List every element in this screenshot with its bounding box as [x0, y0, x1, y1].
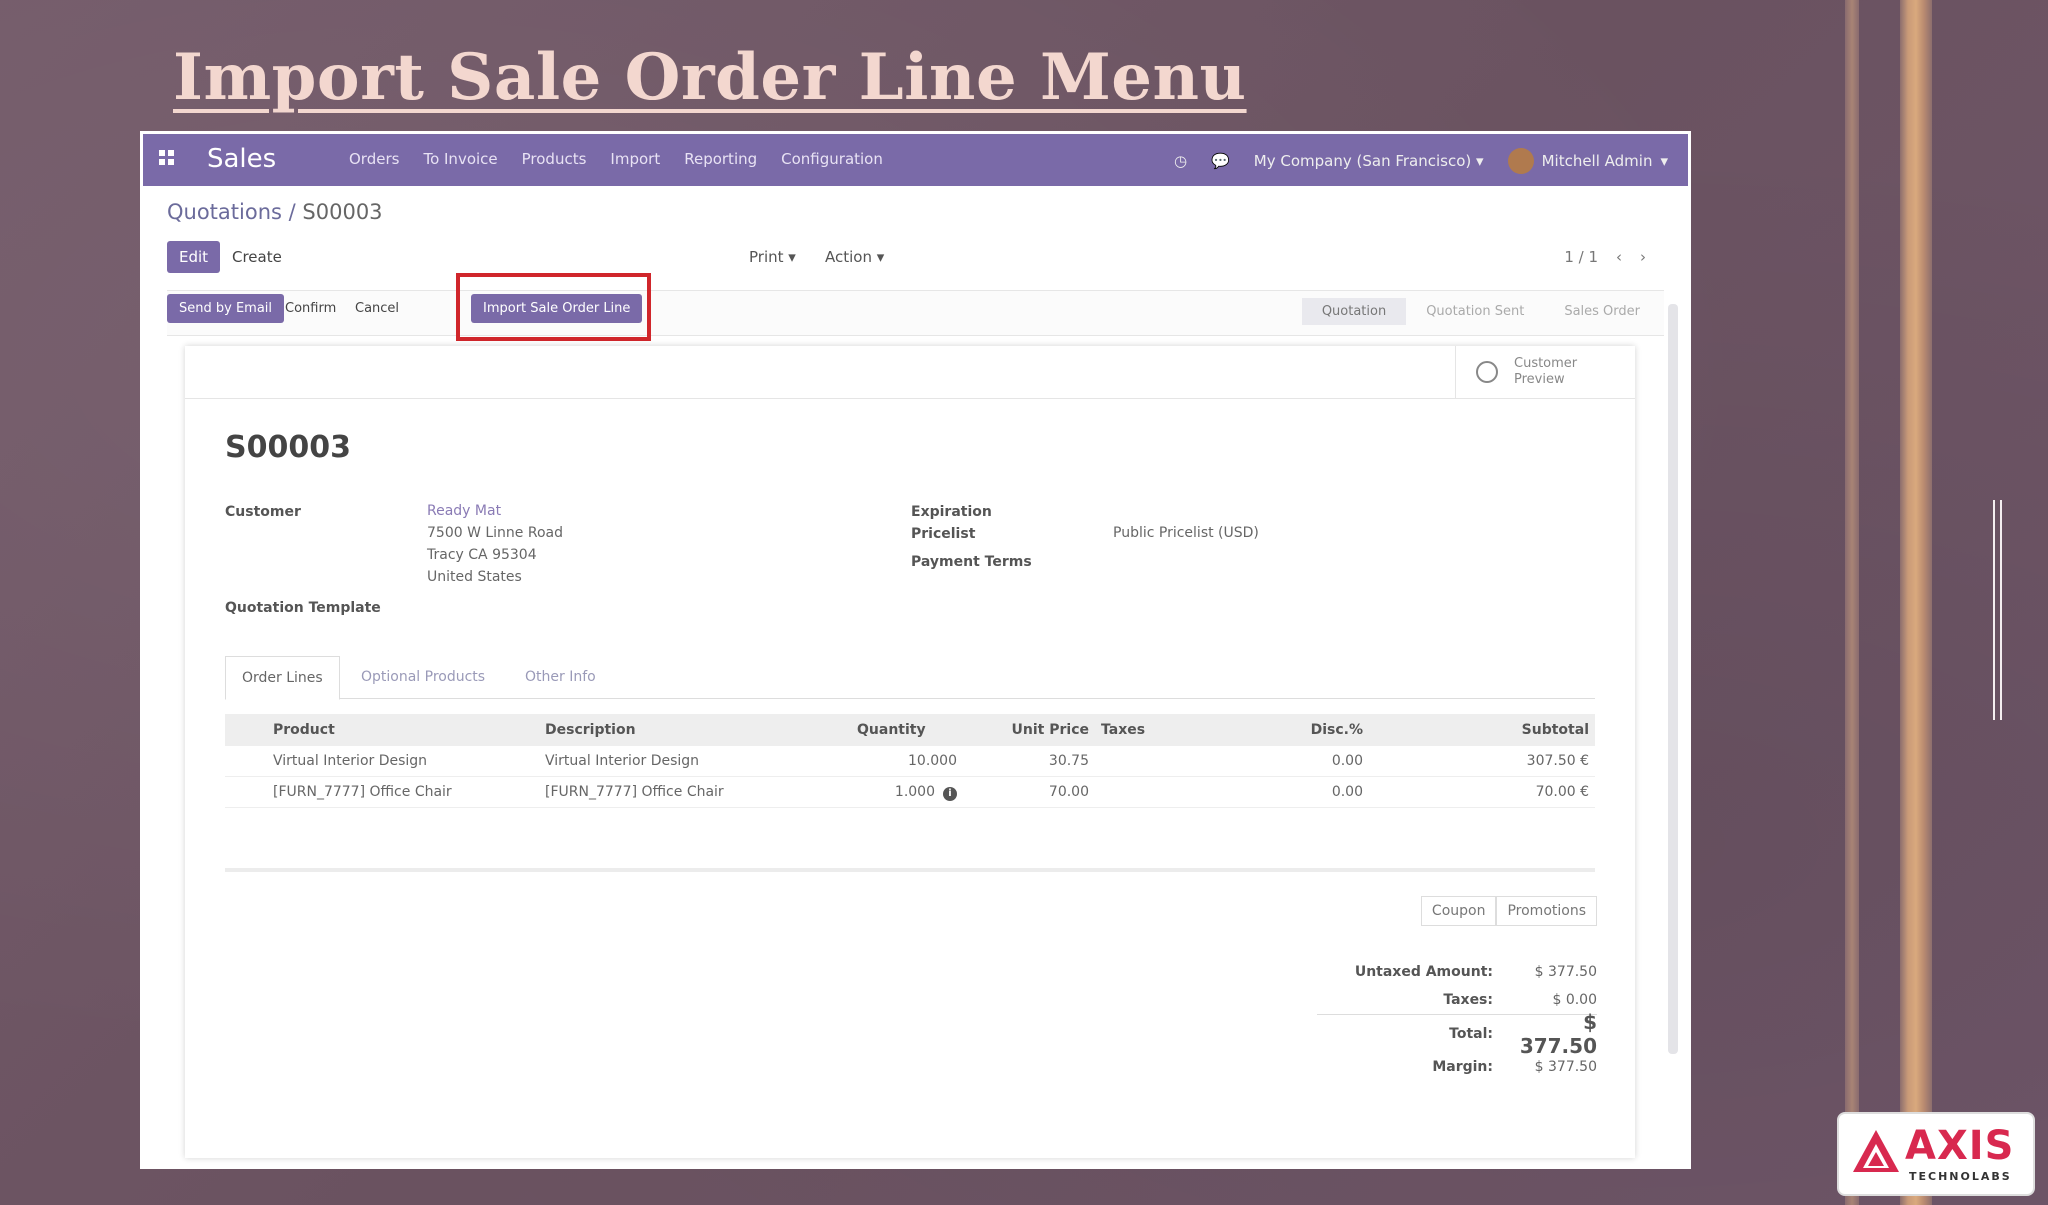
scrollbar[interactable]	[1668, 304, 1678, 1054]
customer-preview-button[interactable]: Customer Preview	[1455, 346, 1635, 398]
print-dropdown[interactable]: Print ▾	[737, 241, 808, 273]
table-row[interactable]: Virtual Interior Design Virtual Interior…	[225, 746, 1595, 777]
quotation-template-label: Quotation Template	[225, 600, 381, 616]
cell-quantity: 1.000 i	[851, 776, 963, 808]
table-header-row: Product Description Quantity Unit Price …	[225, 714, 1595, 746]
cell-taxes	[1095, 746, 1227, 777]
cell-product: [FURN_7777] Office Chair	[267, 776, 539, 808]
stage-sales-order[interactable]: Sales Order	[1544, 298, 1660, 325]
menu-to-invoice[interactable]: To Invoice	[423, 150, 497, 168]
globe-icon	[1476, 361, 1498, 383]
navbar-right: ◷ 💬 My Company (San Francisco) ▾ Mitchel…	[1174, 148, 1668, 174]
notebook-tabs: Order Lines Optional Products Other Info	[225, 656, 1595, 700]
brand-tagline: TECHNOLABS	[1909, 1170, 2012, 1183]
stage-quotation-sent[interactable]: Quotation Sent	[1406, 298, 1544, 325]
order-lines-table: Product Description Quantity Unit Price …	[225, 714, 1595, 808]
highlight-box	[456, 273, 651, 341]
promo-buttons: Coupon Promotions	[1420, 896, 1597, 926]
payment-terms-label: Payment Terms	[911, 554, 1032, 570]
cell-discount: 0.00	[1227, 776, 1369, 808]
menu-reporting[interactable]: Reporting	[684, 150, 757, 168]
app-name[interactable]: Sales	[207, 144, 276, 174]
pricelist-value[interactable]: Public Pricelist (USD)	[1113, 522, 1259, 544]
clock-icon[interactable]: ◷	[1174, 152, 1187, 170]
coupon-button[interactable]: Coupon	[1420, 896, 1497, 926]
promotions-button[interactable]: Promotions	[1496, 896, 1597, 926]
column-header[interactable]: Description	[539, 714, 851, 746]
cell-quantity: 10.000	[851, 746, 963, 777]
menu-configuration[interactable]: Configuration	[781, 150, 883, 168]
pager: 1 / 1 ‹ ›	[1564, 248, 1646, 266]
tab-optional-products[interactable]: Optional Products	[345, 656, 501, 698]
column-header[interactable]: Taxes	[1095, 714, 1227, 746]
form-sheet: Customer Preview S00003 Customer Ready M…	[185, 346, 1635, 1158]
stage-quotation[interactable]: Quotation	[1301, 298, 1407, 325]
column-header[interactable]: Unit Price	[963, 714, 1095, 746]
cell-subtotal: 307.50 €	[1369, 746, 1595, 777]
total-row: Total: $ 377.50	[1317, 1010, 1597, 1058]
main-menu: Orders To Invoice Products Import Report…	[349, 150, 883, 168]
send-by-email-button[interactable]: Send by Email	[167, 294, 285, 323]
company-switcher[interactable]: My Company (San Francisco) ▾	[1254, 152, 1484, 170]
create-button[interactable]: Create	[220, 241, 294, 273]
cell-discount: 0.00	[1227, 746, 1369, 777]
decorative-line	[2000, 500, 2002, 720]
edit-button[interactable]: Edit	[167, 241, 221, 273]
chat-icon[interactable]: 💬	[1211, 152, 1230, 170]
menu-products[interactable]: Products	[522, 150, 587, 168]
untaxed-row: Untaxed Amount: $ 377.50	[1354, 964, 1597, 980]
tab-order-lines[interactable]: Order Lines	[225, 656, 340, 700]
menu-import[interactable]: Import	[610, 150, 660, 168]
cell-taxes	[1095, 776, 1227, 808]
customer-address-line3: United States	[427, 569, 522, 585]
column-header[interactable]: Subtotal	[1369, 714, 1595, 746]
table-row[interactable]: [FURN_7777] Office Chair [FURN_7777] Off…	[225, 776, 1595, 808]
brand-logo: AXIS TECHNOLABS	[1837, 1112, 2035, 1196]
cell-subtotal: 70.00 €	[1369, 776, 1595, 808]
expiration-label: Expiration	[911, 504, 992, 520]
chevron-left-icon[interactable]: ‹	[1616, 248, 1622, 266]
tab-other-info[interactable]: Other Info	[509, 656, 612, 698]
pricelist-label: Pricelist	[911, 526, 976, 542]
divider	[225, 868, 1595, 872]
menu-orders[interactable]: Orders	[349, 150, 399, 168]
cell-product: Virtual Interior Design	[267, 746, 539, 777]
customer-address-line2: Tracy CA 95304	[427, 547, 537, 563]
column-header[interactable]: Disc.%	[1227, 714, 1369, 746]
cell-description: Virtual Interior Design	[539, 746, 851, 777]
cell-description: [FURN_7777] Office Chair	[539, 776, 851, 808]
totals-summary: Untaxed Amount: $ 377.50 Taxes: $ 0.00 T…	[1317, 958, 1597, 1081]
screenshot-frame: Sales Orders To Invoice Products Import …	[140, 131, 1691, 1169]
axis-logo-icon	[1853, 1130, 1899, 1172]
customer-address-line1: 7500 W Linne Road	[427, 525, 564, 541]
cell-unit-price: 70.00	[963, 776, 1095, 808]
button-box: Customer Preview	[185, 346, 1635, 399]
decorative-stripe	[1900, 0, 1932, 1205]
user-menu[interactable]: Mitchell Admin ▾	[1507, 148, 1668, 174]
top-navbar: Sales Orders To Invoice Products Import …	[143, 134, 1688, 186]
info-icon[interactable]: i	[943, 786, 957, 801]
customer-label: Customer	[225, 504, 301, 520]
brand-name: AXIS	[1905, 1123, 2015, 1169]
breadcrumb-quotations[interactable]: Quotations	[167, 200, 282, 224]
pager-value[interactable]: 1 / 1	[1564, 248, 1598, 266]
column-header[interactable]: Product	[267, 714, 539, 746]
action-dropdown[interactable]: Action ▾	[813, 241, 897, 273]
slide-title: Import Sale Order Line Menu	[173, 40, 1247, 115]
chevron-right-icon[interactable]: ›	[1640, 248, 1646, 266]
order-name: S00003	[225, 430, 351, 465]
breadcrumb: Quotations / S00003	[167, 200, 383, 224]
customer-name[interactable]: Ready Mat	[427, 500, 501, 522]
decorative-line	[1993, 500, 1995, 720]
cancel-button[interactable]: Cancel	[343, 294, 411, 323]
confirm-button[interactable]: Confirm	[273, 294, 348, 323]
decorative-stripe	[1845, 0, 1859, 1205]
apps-menu-icon[interactable]	[159, 150, 177, 168]
cell-unit-price: 30.75	[963, 746, 1095, 777]
breadcrumb-current: S00003	[302, 200, 383, 224]
avatar	[1507, 148, 1534, 174]
column-header[interactable]: Quantity	[851, 714, 963, 746]
stage-bar: Quotation Quotation Sent Sales Order	[1301, 298, 1660, 325]
